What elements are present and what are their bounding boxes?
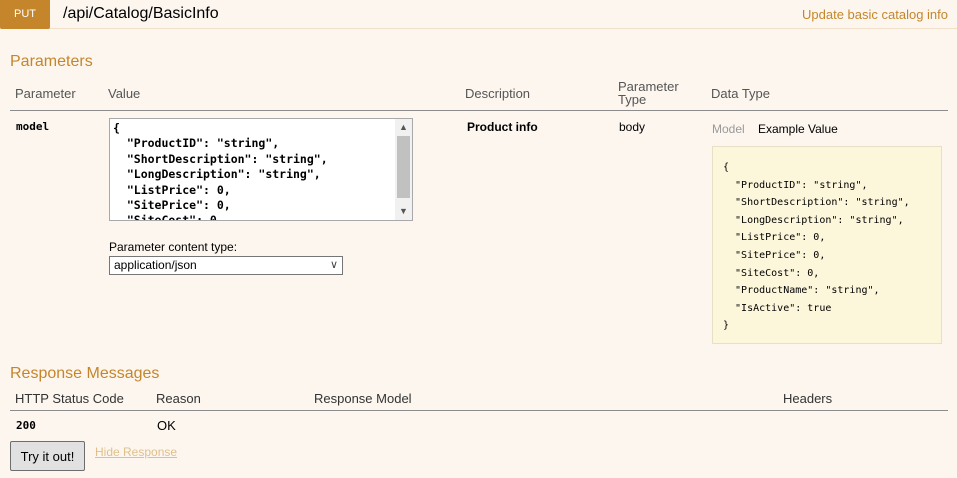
column-data-type: Data Type (711, 86, 771, 101)
column-parameter-type: Parameter Type (618, 80, 679, 106)
content-type-selected: application/json (114, 258, 197, 272)
parameter-type: body (619, 120, 646, 134)
endpoint-path[interactable]: /api/Catalog/BasicInfo (63, 5, 219, 23)
example-value-snippet[interactable]: { "ProductID": "string", "ShortDescripti… (712, 146, 942, 344)
parameter-value-textarea[interactable]: { "ProductID": "string", "ShortDescripti… (109, 118, 413, 221)
column-parameter: Parameter (15, 86, 76, 101)
parameter-value-text[interactable]: { "ProductID": "string", "ShortDescripti… (113, 121, 328, 220)
column-http-status-code: HTTP Status Code (15, 391, 124, 406)
try-it-out-button[interactable]: Try it out! (10, 441, 85, 471)
column-headers: Headers (783, 391, 833, 406)
model-tab[interactable]: Model (712, 122, 745, 136)
http-method-badge[interactable]: PUT (0, 0, 50, 29)
response-status-code: 200 (16, 419, 36, 432)
column-value: Value (108, 86, 141, 101)
example-value-json: { "ProductID": "string", "ShortDescripti… (723, 162, 910, 332)
hide-response-link[interactable]: Hide Response (95, 445, 177, 459)
column-response-model: Response Model (314, 391, 412, 406)
parameters-title: Parameters (10, 53, 93, 70)
scroll-down-arrow-icon[interactable]: ▼ (395, 203, 412, 220)
column-reason: Reason (156, 391, 201, 406)
parameter-name: model (16, 120, 50, 133)
operation-header[interactable]: PUT /api/Catalog/BasicInfo Update basic … (0, 0, 957, 29)
scroll-thumb[interactable] (397, 136, 410, 198)
parameters-header-rule (10, 110, 948, 111)
response-messages-title: Response Messages (10, 365, 160, 382)
column-description: Description (465, 86, 531, 101)
scroll-up-arrow-icon[interactable]: ▲ (395, 119, 412, 136)
content-type-label: Parameter content type: (109, 240, 238, 254)
responses-header-rule (10, 410, 948, 411)
content-type-select[interactable]: application/json ∨ (109, 256, 343, 275)
parameter-description: Product info (467, 120, 538, 134)
column-parameter-type-line2: Type (618, 92, 647, 107)
chevron-down-icon: ∨ (329, 259, 338, 271)
endpoint-summary[interactable]: Update basic catalog info (802, 7, 948, 22)
textarea-scrollbar[interactable]: ▲ ▼ (395, 119, 412, 220)
response-reason: OK (157, 418, 176, 433)
example-value-tab[interactable]: Example Value (758, 122, 838, 136)
